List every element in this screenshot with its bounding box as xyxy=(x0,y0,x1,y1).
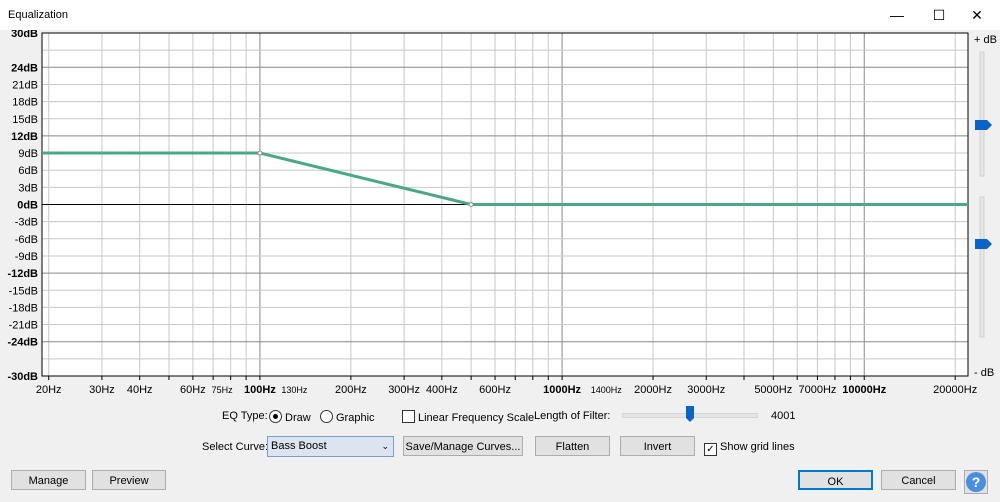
x-tick-label: 3000Hz xyxy=(687,384,725,396)
radio-icon xyxy=(269,410,282,423)
close-button[interactable]: ✕ xyxy=(954,0,1000,30)
y-tick-label: 9dB xyxy=(18,148,38,160)
x-tick-label: 600Hz xyxy=(479,384,511,396)
show-grid-label: Show grid lines xyxy=(720,441,795,453)
x-tick-label: 1000Hz xyxy=(543,384,581,396)
help-icon: ? xyxy=(966,472,986,492)
eq-type-label: EQ Type: xyxy=(222,410,268,422)
x-tick-label: 75Hz xyxy=(212,385,234,395)
y-tick-label: 24dB xyxy=(11,62,38,74)
y-tick-label: -24dB xyxy=(7,337,38,349)
y-tick-label: 3dB xyxy=(18,182,38,194)
gain-slider-thumb xyxy=(975,120,992,130)
x-tick-label: 2000Hz xyxy=(634,384,672,396)
x-tick-label: 5000Hz xyxy=(754,384,792,396)
help-button[interactable]: ? xyxy=(964,470,988,494)
eq-curve-plot[interactable]: 30dB 24dB 21dB 18dB 15dB 12dB 9dB 6dB 3dB 0dB -3dB… xyxy=(0,30,1000,400)
curve-select[interactable]: Bass Boost ⌄ xyxy=(267,436,394,457)
minus-db-label: - dB xyxy=(974,367,994,379)
y-tick-label: 30dB xyxy=(11,30,38,40)
checkbox-icon xyxy=(402,410,415,423)
y-tick-label: 0dB xyxy=(17,200,38,212)
filter-length-value: 4001 xyxy=(771,410,796,422)
radio-draw-label: Draw xyxy=(285,412,311,424)
x-tick-label: 7000Hz xyxy=(798,384,836,396)
window-title: Equalization xyxy=(8,9,68,21)
x-tick-label: 30Hz xyxy=(89,384,115,396)
y-tick-label: 18dB xyxy=(12,97,38,109)
flatten-button[interactable]: Flatten xyxy=(535,436,610,456)
filter-length-label: Length of Filter: xyxy=(534,410,611,422)
x-tick-label: 100Hz xyxy=(244,384,276,396)
x-tick-label: 200Hz xyxy=(335,384,367,396)
curve-point xyxy=(257,150,263,156)
gain-slider-thumb xyxy=(975,239,992,249)
curve-select-value: Bass Boost xyxy=(271,440,327,452)
radio-icon xyxy=(320,410,333,423)
ok-button[interactable]: OK xyxy=(798,470,873,490)
manage-button[interactable]: Manage xyxy=(11,470,86,490)
x-tick-label: 10000Hz xyxy=(842,384,887,396)
x-tick-label: 60Hz xyxy=(180,384,206,396)
x-tick-label: 40Hz xyxy=(127,384,153,396)
show-grid-checkbox[interactable]: ✓ Show grid lines xyxy=(704,441,795,456)
select-curve-label: Select Curve: xyxy=(202,441,269,453)
curve-point xyxy=(468,202,474,207)
invert-button[interactable]: Invert xyxy=(620,436,695,456)
filter-length-slider[interactable] xyxy=(622,406,758,422)
title-bar: Equalization — ☐ ✕ xyxy=(0,0,1000,30)
minimize-button[interactable]: — xyxy=(874,0,920,30)
y-tick-label: -21dB xyxy=(9,320,38,332)
y-tick-label: -6dB xyxy=(15,234,38,246)
gain-slider-track xyxy=(979,51,985,177)
y-tick-label: -3dB xyxy=(15,217,38,229)
y-tick-label: -15dB xyxy=(9,285,38,297)
gain-slider-track xyxy=(979,196,985,338)
y-tick-label: -18dB xyxy=(9,302,38,314)
y-tick-label: -30dB xyxy=(7,371,38,383)
x-tick-label: 300Hz xyxy=(388,384,420,396)
preview-button[interactable]: Preview xyxy=(92,470,166,490)
checkmark-icon: ✓ xyxy=(704,443,717,456)
slider-thumb[interactable] xyxy=(686,406,694,422)
radio-graphic[interactable]: Graphic xyxy=(320,410,375,424)
y-tick-label: 6dB xyxy=(18,165,38,177)
x-tick-label: 400Hz xyxy=(426,384,458,396)
y-tick-label: 21dB xyxy=(12,79,38,91)
linear-scale-checkbox[interactable]: Linear Frequency Scale xyxy=(402,410,534,424)
y-tick-label: -12dB xyxy=(7,268,38,280)
y-tick-label: 15dB xyxy=(12,114,38,126)
x-tick-label: 130Hz xyxy=(281,385,308,395)
radio-graphic-label: Graphic xyxy=(336,412,375,424)
x-tick-label: 20Hz xyxy=(36,384,62,396)
linear-scale-label: Linear Frequency Scale xyxy=(418,412,535,424)
y-tick-label: 12dB xyxy=(11,131,38,143)
plus-db-label: + dB xyxy=(974,34,997,46)
radio-draw[interactable]: Draw xyxy=(269,410,311,424)
cancel-button[interactable]: Cancel xyxy=(881,470,956,490)
save-manage-curves-button[interactable]: Save/Manage Curves... xyxy=(403,436,523,456)
y-tick-label: -9dB xyxy=(15,251,38,263)
chevron-down-icon: ⌄ xyxy=(381,441,389,451)
x-tick-label: 20000Hz xyxy=(933,384,977,396)
x-tick-label: 1400Hz xyxy=(591,385,623,395)
